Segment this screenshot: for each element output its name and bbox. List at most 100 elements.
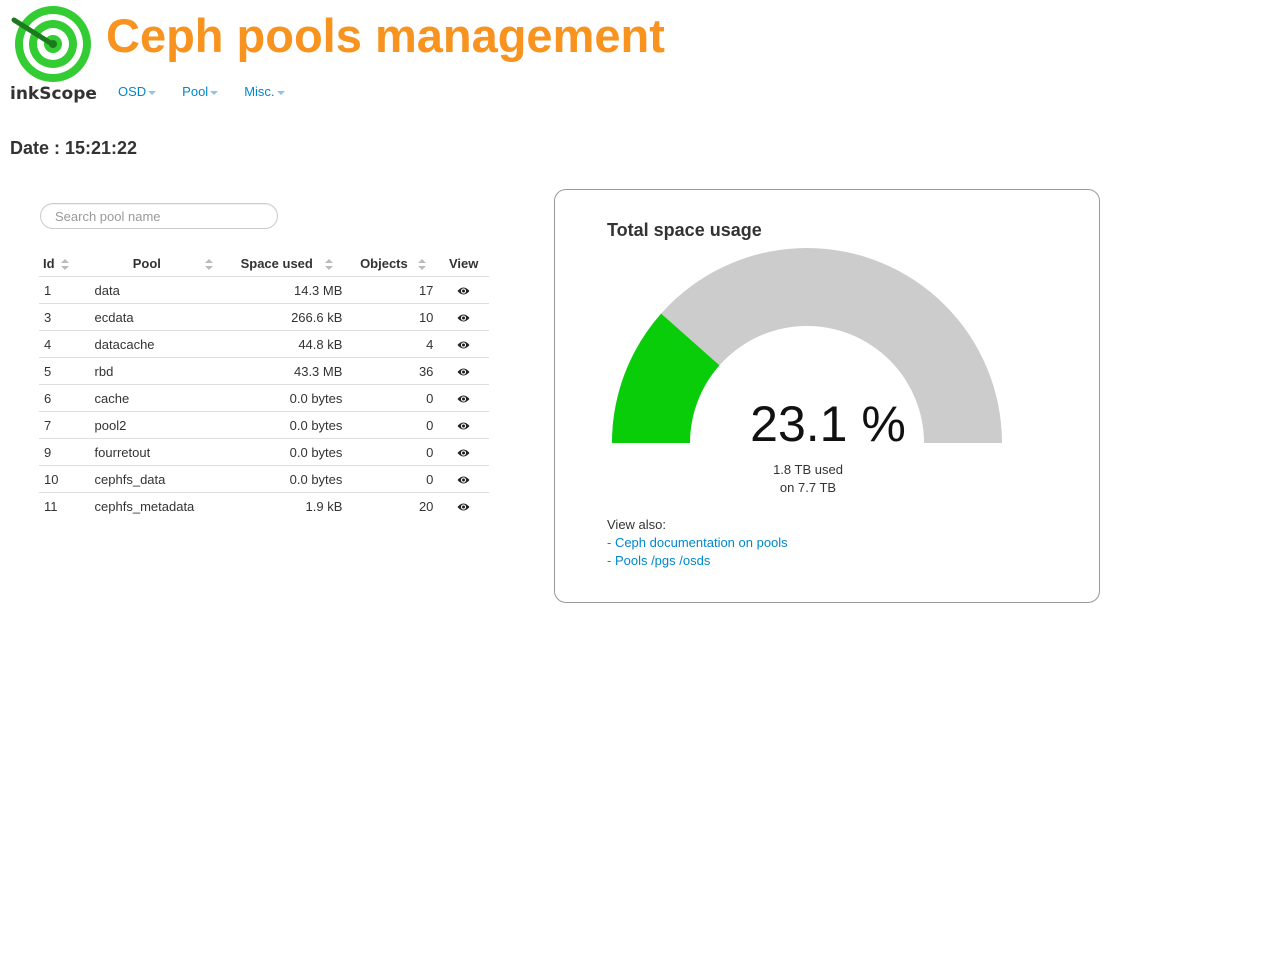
target-logo-icon <box>11 6 91 82</box>
table-row: 1 data 14.3 MB 17 <box>39 277 489 304</box>
cell-pool-name: rbd <box>89 357 227 385</box>
cell-id: 5 <box>39 357 90 385</box>
cell-objects: 0 <box>347 438 439 466</box>
table-row: 7 pool2 0.0 bytes 0 <box>39 411 489 439</box>
cell-id: 6 <box>39 384 90 412</box>
pools-table-body: 1 data 14.3 MB 17 3 ecdata 266.6 kB 10 4 datacach… <box>39 277 489 519</box>
space-usage-panel: Total space usage 23.1 % 1.8 TB used on … <box>554 189 1100 603</box>
eye-icon[interactable] <box>457 394 470 404</box>
nav-osd-menu[interactable]: OSD <box>118 84 157 100</box>
column-header-id[interactable]: Id <box>39 250 90 277</box>
search-pool-input[interactable] <box>40 203 278 229</box>
cell-pool-name: datacache <box>89 330 227 358</box>
gauge-total-label: on 7.7 TB <box>779 480 837 495</box>
eye-icon[interactable] <box>457 502 470 512</box>
space-usage-title: Total space usage <box>607 220 762 240</box>
cell-objects: 36 <box>347 357 439 385</box>
sort-icon <box>417 258 426 270</box>
pools-table: Id Pool Space used Objects View 1 data 14.… <box>39 250 489 519</box>
cell-pool-name: pool2 <box>89 411 227 439</box>
cell-view <box>438 492 489 519</box>
inkscope-logo: inkScope <box>8 4 97 108</box>
cell-view <box>438 411 489 439</box>
cell-objects: 17 <box>418 282 434 298</box>
nav-pool-label: Pool <box>182 84 209 99</box>
cell-pool-name: cephfs_data <box>89 465 227 493</box>
cell-id: 4 <box>39 330 90 358</box>
eye-icon[interactable] <box>457 475 470 485</box>
cell-space-used: 0.0 bytes <box>226 438 348 466</box>
cell-objects: 0 <box>347 411 439 439</box>
eye-icon[interactable] <box>457 286 470 296</box>
sort-icon <box>60 258 69 270</box>
cell-id: 7 <box>39 411 90 439</box>
cell-objects: 0 <box>347 384 439 412</box>
column-header-pool-label: Pool <box>132 255 161 271</box>
cell-id: 9 <box>39 438 90 466</box>
cell-objects: 20 <box>347 492 439 519</box>
cell-id: 10 <box>39 465 90 493</box>
sort-icon <box>324 258 333 270</box>
column-header-space-used[interactable]: Space used <box>226 250 348 277</box>
cell-objects: 0 <box>347 465 439 493</box>
nav-osd-label: OSD <box>118 84 147 99</box>
column-header-id-label: Id <box>43 255 55 271</box>
column-header-objects-label: Objects <box>360 255 408 271</box>
column-header-space-label: Space used <box>240 255 313 271</box>
nav-pool-menu[interactable]: Pool <box>182 84 219 100</box>
cell-view <box>438 438 489 466</box>
cell-objects: 4 <box>347 330 439 358</box>
cell-space-used: 43.3 MB <box>226 357 348 385</box>
column-header-objects[interactable]: Objects <box>347 250 439 277</box>
view-also-label: View also: <box>607 517 667 532</box>
column-header-pool[interactable]: Pool <box>89 250 227 277</box>
eye-icon[interactable] <box>457 448 470 458</box>
table-row: 6 cache 0.0 bytes 0 <box>39 384 489 412</box>
cell-pool-name: ecdata <box>89 303 227 331</box>
cell-pool-name: fourretout <box>89 438 227 466</box>
page-title: Ceph pools management <box>106 9 665 62</box>
table-row: 10 cephfs_data 0.0 bytes 0 <box>39 465 489 493</box>
eye-icon[interactable] <box>457 421 470 431</box>
link-pools-pgs-osds[interactable]: - Pools /pgs /osds <box>607 552 788 570</box>
main-nav: OSD Pool Misc. <box>118 84 311 100</box>
cell-space-used: 1.9 kB <box>226 492 348 519</box>
cell-space-used: 44.8 kB <box>226 330 348 358</box>
cell-id: 11 <box>39 492 90 519</box>
cell-space-used: 0.0 bytes <box>226 465 348 493</box>
chevron-down-icon <box>276 91 285 95</box>
column-header-view-label: View <box>449 255 479 271</box>
nav-misc-menu[interactable]: Misc. <box>244 84 285 100</box>
cell-pool-name: data <box>94 282 120 298</box>
column-header-view: View <box>438 250 489 277</box>
table-row: 5 rbd 43.3 MB 36 <box>39 357 489 385</box>
cell-id: 1 <box>44 282 52 298</box>
eye-icon[interactable] <box>457 367 470 377</box>
cell-objects: 10 <box>347 303 439 331</box>
date-display: Date : 15:21:22 <box>10 138 138 158</box>
gauge-percent-value: 23.1 % <box>750 396 906 452</box>
nav-misc-label: Misc. <box>244 84 275 99</box>
logo-text: inkScope <box>10 84 97 104</box>
view-also-section: View also: - Ceph documentation on pools… <box>607 516 788 570</box>
table-row: 9 fourretout 0.0 bytes 0 <box>39 438 489 466</box>
table-row: 3 ecdata 266.6 kB 10 <box>39 303 489 331</box>
cell-view <box>438 384 489 412</box>
cell-view <box>438 303 489 331</box>
cell-pool-name: cephfs_metadata <box>89 492 227 519</box>
cell-space-used: 266.6 kB <box>226 303 348 331</box>
cell-view <box>438 330 489 358</box>
gauge-used-label: 1.8 TB used <box>773 462 843 477</box>
chevron-down-icon <box>148 91 157 95</box>
cell-id: 3 <box>39 303 90 331</box>
table-row: 4 datacache 44.8 kB 4 <box>39 330 489 358</box>
cell-space-used: 0.0 bytes <box>226 384 348 412</box>
cell-pool-name: cache <box>89 384 227 412</box>
link-ceph-docs-pools[interactable]: - Ceph documentation on pools <box>607 534 788 552</box>
cell-view <box>438 357 489 385</box>
eye-icon[interactable] <box>457 313 470 323</box>
cell-view <box>438 465 489 493</box>
table-row: 11 cephfs_metadata 1.9 kB 20 <box>39 492 489 519</box>
sort-icon <box>204 258 213 270</box>
eye-icon[interactable] <box>457 340 470 350</box>
